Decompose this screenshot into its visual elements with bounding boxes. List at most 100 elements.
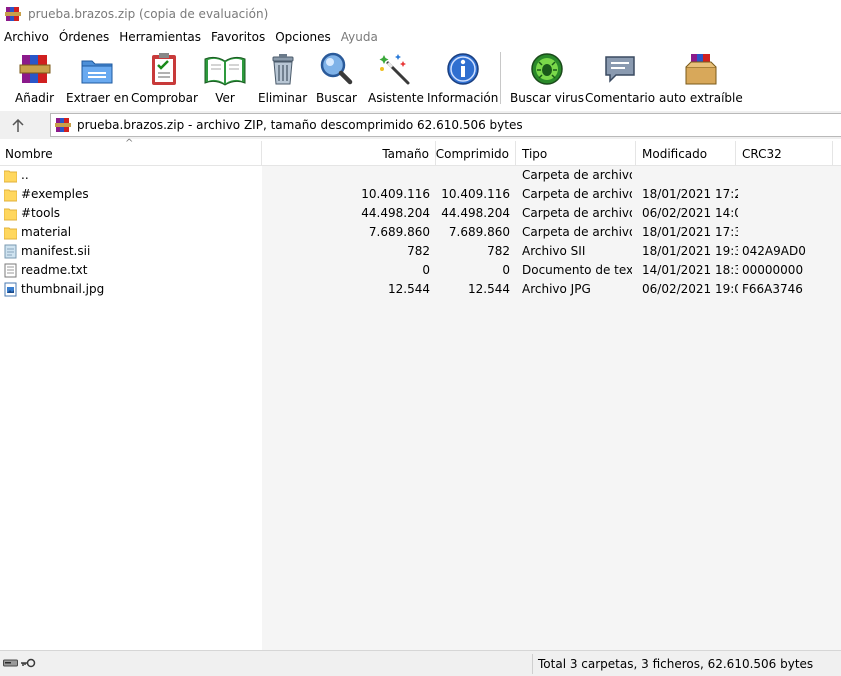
file-modified: 18/01/2021 19:30 — [642, 244, 738, 258]
column-type-label: Tipo — [522, 146, 548, 161]
address-field[interactable]: prueba.brazos.zip - archivo ZIP, tamaño … — [50, 113, 841, 137]
menu-ayuda[interactable]: Ayuda — [336, 30, 383, 44]
table-row[interactable]: .. Carpeta de archivos — [0, 166, 841, 185]
drive-icon[interactable] — [3, 657, 18, 672]
file-modified: 06/02/2021 19:03 — [642, 282, 738, 296]
file-modified — [642, 166, 738, 185]
menu-bar: Archivo Órdenes Herramientas Favoritos O… — [0, 27, 841, 47]
column-modified[interactable]: Modificado — [636, 141, 736, 166]
find-button[interactable]: Buscar — [316, 51, 357, 109]
table-row[interactable]: material 7.689.860 7.689.860 Carpeta de … — [0, 223, 841, 242]
extract-folder-icon — [79, 51, 115, 87]
file-packed: 7.689.860 — [448, 225, 510, 239]
file-size: 0 — [422, 263, 430, 277]
virus-scan-button[interactable]: Buscar virus — [510, 51, 584, 109]
wizard-button[interactable]: Asistente — [368, 51, 424, 109]
file-modified: 14/01/2021 18:36 — [642, 263, 738, 277]
magnifier-icon — [318, 51, 354, 87]
path-bar: prueba.brazos.zip - archivo ZIP, tamaño … — [0, 111, 841, 139]
file-size: 782 — [407, 244, 430, 258]
window-title: prueba.brazos.zip (copia de evaluación) — [28, 6, 269, 21]
folder-icon — [4, 225, 18, 240]
table-row[interactable]: manifest.sii 782 782 Archivo SII 18/01/2… — [0, 242, 841, 261]
wizard-wand-icon — [378, 51, 414, 87]
file-name: manifest.sii — [21, 244, 91, 258]
virus-scan-icon — [529, 51, 565, 87]
menu-archivo[interactable]: Archivo — [0, 30, 54, 44]
menu-herramientas[interactable]: Herramientas — [114, 30, 206, 44]
table-row[interactable]: #exemples 10.409.116 10.409.116 Carpeta … — [0, 185, 841, 204]
column-crc-label: CRC32 — [742, 146, 782, 161]
view-book-icon — [203, 51, 247, 87]
sfx-box-icon — [683, 51, 719, 87]
file-list[interactable]: .. Carpeta de archivos #exemples 10.409.… — [0, 166, 841, 650]
view-label: Ver — [215, 91, 235, 105]
menu-opciones[interactable]: Opciones — [270, 30, 336, 44]
menu-favoritos[interactable]: Favoritos — [206, 30, 270, 44]
toolbar: Añadir Extraer en Comprobar Ver Eliminar… — [0, 47, 841, 109]
file-name: material — [21, 225, 72, 239]
add-button[interactable]: Añadir — [15, 51, 54, 109]
file-type: Documento de tex… — [522, 263, 632, 277]
table-row[interactable]: readme.txt 0 0 Documento de tex… 14/01/2… — [0, 261, 841, 280]
extract-to-button[interactable]: Extraer en — [66, 51, 129, 109]
up-arrow-icon[interactable] — [8, 116, 28, 136]
file-type: Archivo SII — [522, 244, 586, 258]
file-rows: .. Carpeta de archivos #exemples 10.409.… — [0, 166, 841, 299]
table-row[interactable]: #tools 44.498.204 44.498.204 Carpeta de … — [0, 204, 841, 223]
sort-ascending-icon: ^ — [125, 138, 134, 149]
column-size[interactable]: Tamaño — [262, 141, 436, 166]
folder-icon — [4, 206, 18, 221]
toolbar-separator — [500, 52, 501, 104]
file-type: Carpeta de archivos — [522, 206, 632, 220]
menu-ordenes[interactable]: Órdenes — [54, 30, 114, 44]
file-crc — [742, 223, 832, 242]
title-bar: prueba.brazos.zip (copia de evaluación) — [0, 0, 841, 27]
column-crc[interactable]: CRC32 — [736, 141, 833, 166]
file-size: 44.498.204 — [361, 206, 430, 220]
column-type[interactable]: Tipo — [516, 141, 636, 166]
test-button[interactable]: Comprobar — [131, 51, 198, 109]
file-size — [262, 166, 436, 185]
file-size: 12.544 — [388, 282, 430, 296]
comment-label: Comentario — [585, 91, 656, 105]
trash-icon — [265, 51, 301, 87]
file-crc: 042A9AD0 — [742, 244, 806, 258]
column-packed[interactable]: Comprimido — [436, 141, 516, 166]
view-button[interactable]: Ver — [203, 51, 247, 109]
file-packed: 12.544 — [468, 282, 510, 296]
info-button[interactable]: Información — [427, 51, 498, 109]
file-name: readme.txt — [21, 263, 88, 277]
file-crc — [742, 166, 832, 185]
find-label: Buscar — [316, 91, 357, 105]
folder-icon — [4, 168, 18, 183]
test-label: Comprobar — [131, 91, 198, 105]
add-label: Añadir — [15, 91, 55, 105]
file-size: 7.689.860 — [368, 225, 430, 239]
comment-button[interactable]: Comentario — [585, 51, 655, 109]
key-icon[interactable] — [20, 657, 36, 672]
file-packed: 44.498.204 — [441, 206, 510, 220]
image-file-icon — [4, 282, 17, 297]
file-packed: 0 — [502, 263, 510, 277]
file-crc — [742, 204, 832, 223]
file-modified: 06/02/2021 14:04 — [642, 206, 738, 220]
column-size-label: Tamaño — [382, 146, 429, 161]
delete-label: Eliminar — [258, 91, 308, 105]
column-header: Nombre ^ Tamaño Comprimido Tipo Modifica… — [0, 138, 841, 166]
file-packed — [436, 166, 516, 185]
status-text: Total 3 carpetas, 3 ficheros, 62.610.506… — [538, 657, 814, 671]
column-packed-label: Comprimido — [435, 146, 509, 161]
file-crc: F66A3746 — [742, 282, 803, 296]
column-name[interactable]: Nombre ^ — [0, 138, 262, 166]
table-row[interactable]: thumbnail.jpg 12.544 12.544 Archivo JPG … — [0, 280, 841, 299]
column-modified-label: Modificado — [642, 146, 708, 161]
virus-scan-label: Buscar virus — [510, 91, 585, 105]
info-icon — [445, 51, 481, 87]
delete-button[interactable]: Eliminar — [258, 51, 307, 109]
sfx-button[interactable]: auto extraíble — [659, 51, 743, 109]
file-type: Carpeta de archivos — [522, 168, 632, 182]
sfx-label: auto extraíble — [659, 91, 743, 105]
file-crc: 00000000 — [742, 263, 804, 277]
zip-archive-icon — [55, 117, 71, 133]
